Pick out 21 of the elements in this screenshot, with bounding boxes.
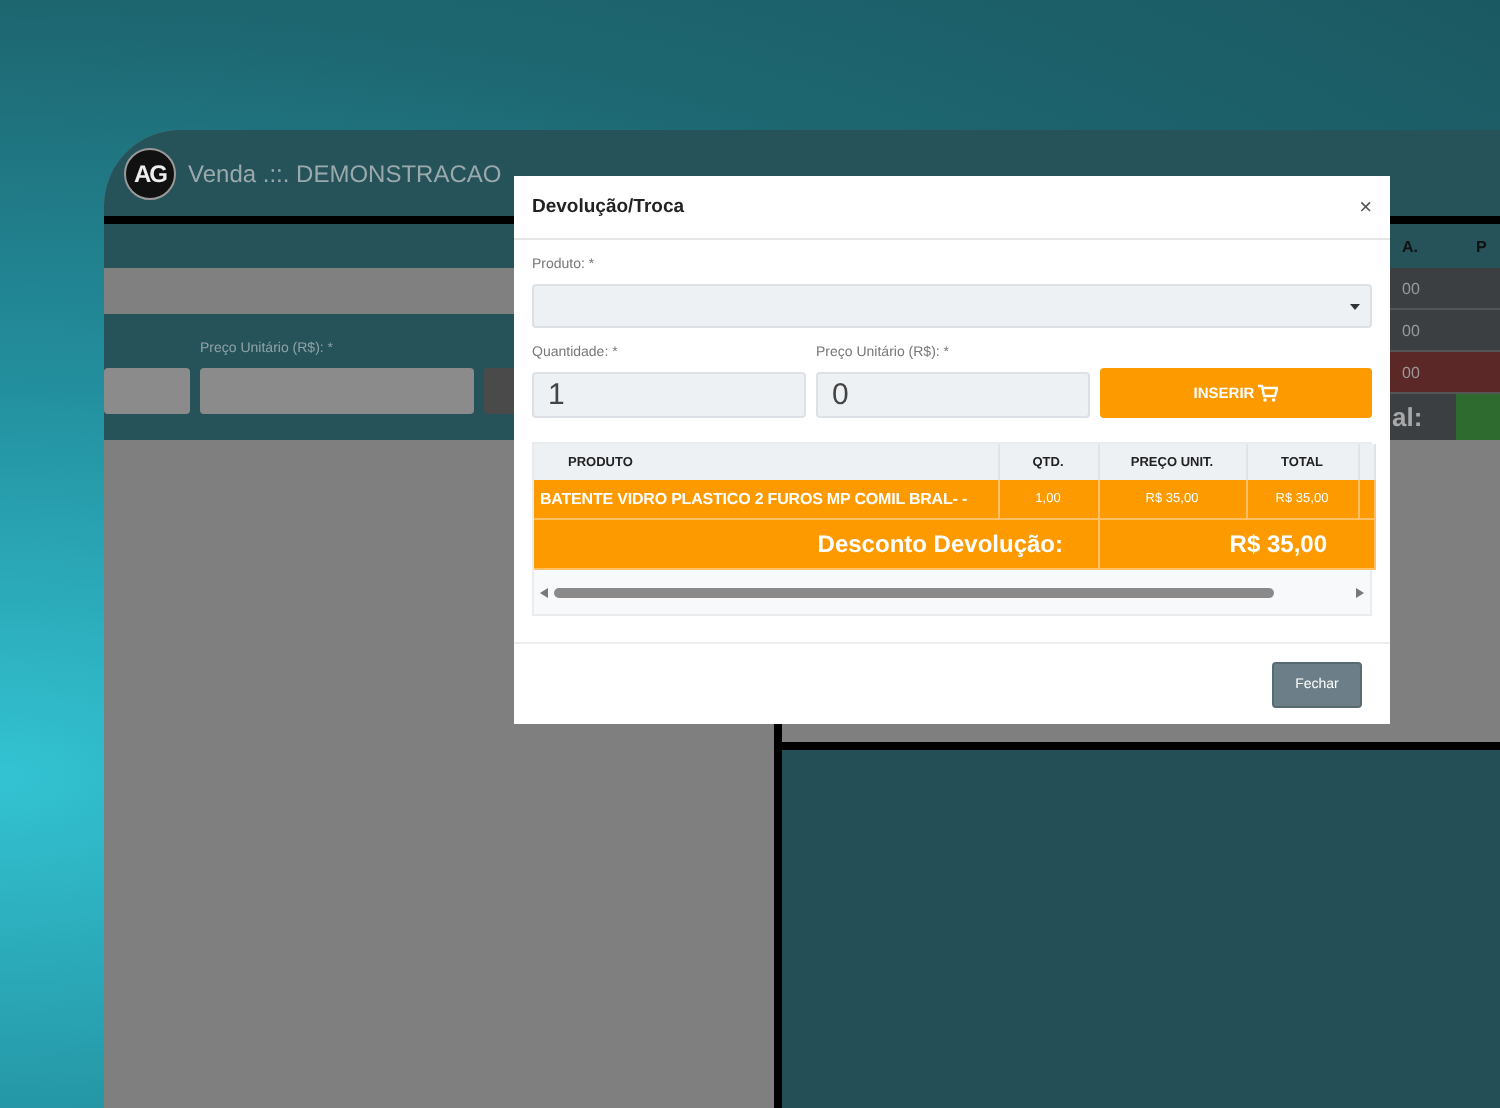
window-title: Venda .::. DEMONSTRACAO (188, 159, 502, 187)
caret-icon (1350, 303, 1360, 309)
input-field[interactable] (200, 368, 474, 414)
close-button[interactable]: × (1359, 195, 1372, 219)
dialog-title: Devolução/Troca (532, 196, 685, 218)
price-field[interactable]: 0 (816, 372, 1090, 418)
left-arrow-icon (540, 587, 548, 597)
product-select[interactable] (532, 284, 1372, 328)
table-cell-text: 00 (1400, 363, 1422, 381)
cart-icon (1258, 384, 1279, 402)
column-header: A. (1400, 237, 1420, 255)
column-header: P (1474, 237, 1487, 255)
table-cell-text: 00 (1400, 279, 1422, 297)
total-label: al: (1390, 402, 1425, 432)
summary-value: R$ 35,00 (1098, 519, 1374, 569)
summary-label: Desconto Devolução: (534, 519, 1098, 569)
quantity-field[interactable]: 1 (532, 372, 806, 418)
right-arrow-icon (1356, 587, 1364, 597)
table-cell-text: 00 (1400, 321, 1422, 339)
logo-badge: AG (124, 147, 176, 199)
input-field[interactable] (104, 368, 190, 414)
